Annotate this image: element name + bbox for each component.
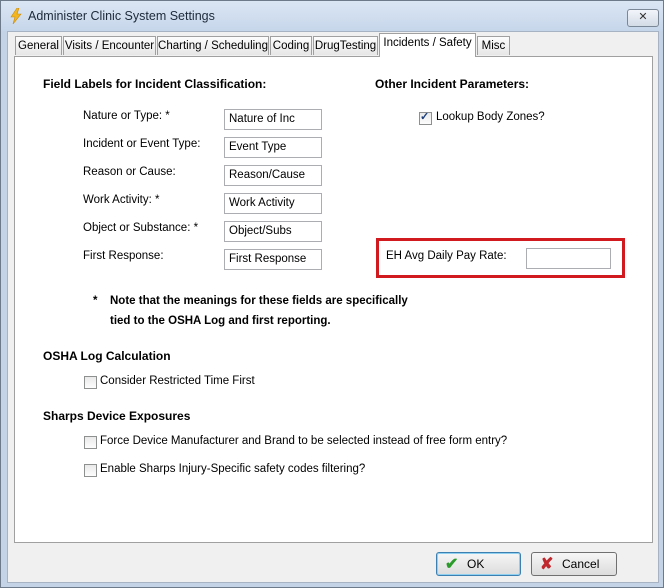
tab-visits-encounter[interactable]: Visits / Encounter [63, 36, 156, 55]
first-response-input[interactable]: First Response [224, 249, 322, 270]
tab-drugtesting[interactable]: DrugTesting [313, 36, 378, 55]
settings-window: Administer Clinic System Settings ✕ Gene… [0, 0, 664, 588]
incidents-safety-panel: Field Labels for Incident Classification… [14, 56, 653, 543]
object-substance-label: Object or Substance: * [83, 222, 199, 234]
sharps-heading: Sharps Device Exposures [43, 409, 191, 423]
close-button[interactable]: ✕ [627, 9, 659, 27]
object-substance-input[interactable]: Object/Subs [224, 221, 322, 242]
consider-restricted-label[interactable]: Consider Restricted Time First [100, 375, 255, 387]
work-activity-input[interactable]: Work Activity [224, 193, 322, 214]
lightning-bolt-icon [10, 8, 22, 24]
green-checkmark-icon: ✔ [445, 556, 459, 573]
lookup-body-zones-label[interactable]: Lookup Body Zones? [436, 111, 545, 123]
first-response-label: First Response: [83, 250, 164, 262]
cancel-button-label: Cancel [562, 557, 600, 571]
tab-coding[interactable]: Coding [270, 36, 312, 55]
title-bar[interactable]: Administer Clinic System Settings ✕ [1, 1, 663, 31]
incident-event-type-label: Incident or Event Type: [83, 138, 201, 150]
force-device-label[interactable]: Force Device Manufacturer and Brand to b… [100, 435, 507, 447]
incident-event-type-input[interactable]: Event Type [224, 137, 322, 158]
client-area: General Visits / Encounter Charting / Sc… [7, 31, 659, 583]
checkmark-icon: ✓ [420, 111, 430, 123]
enable-filtering-label[interactable]: Enable Sharps Injury-Specific safety cod… [100, 463, 365, 475]
red-x-icon: ✘ [540, 556, 554, 573]
force-device-checkbox[interactable] [84, 436, 97, 449]
enable-filtering-checkbox[interactable] [84, 464, 97, 477]
window-title: Administer Clinic System Settings [28, 9, 215, 23]
eh-avg-daily-pay-rate-label: EH Avg Daily Pay Rate: [386, 250, 507, 262]
field-labels-heading: Field Labels for Incident Classification… [43, 77, 267, 91]
eh-avg-daily-pay-rate-input[interactable] [526, 248, 611, 269]
consider-restricted-checkbox[interactable] [84, 376, 97, 389]
note-line-1: Note that the meanings for these fields … [110, 295, 408, 307]
tab-general[interactable]: General [15, 36, 62, 55]
osha-log-heading: OSHA Log Calculation [43, 349, 171, 363]
note-asterisk: * [93, 295, 98, 307]
ok-button-label: OK [467, 557, 485, 571]
nature-type-input[interactable]: Nature of Inc [224, 109, 322, 130]
close-icon: ✕ [638, 11, 648, 23]
tab-charting-scheduling[interactable]: Charting / Scheduling [157, 36, 269, 55]
nature-type-label: Nature or Type: * [83, 110, 170, 122]
tab-incidents-safety[interactable]: Incidents / Safety [379, 33, 476, 57]
other-params-heading: Other Incident Parameters: [375, 77, 530, 91]
reason-cause-label: Reason or Cause: [83, 166, 176, 178]
lookup-body-zones-checkbox[interactable]: ✓ [419, 111, 432, 125]
work-activity-label: Work Activity: * [83, 194, 160, 206]
ok-button[interactable]: ✔ OK [436, 552, 521, 576]
note-line-2: tied to the OSHA Log and first reporting… [110, 315, 331, 327]
reason-cause-input[interactable]: Reason/Cause [224, 165, 322, 186]
tab-misc[interactable]: Misc [477, 36, 510, 55]
cancel-button[interactable]: ✘ Cancel [531, 552, 617, 576]
